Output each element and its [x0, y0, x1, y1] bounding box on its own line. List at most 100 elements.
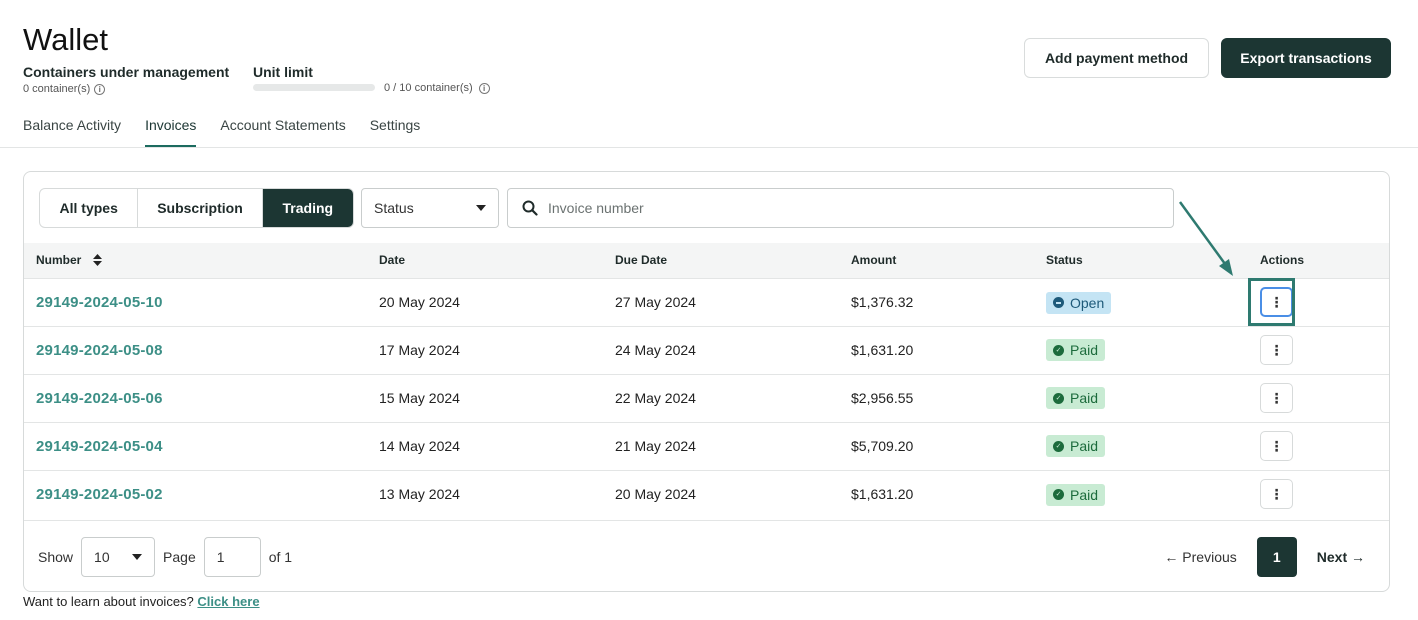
page-number-input[interactable]: 1: [203, 537, 261, 577]
unit-limit-label: Unit limit: [253, 64, 313, 80]
info-icon[interactable]: i: [94, 83, 106, 95]
row-actions-button[interactable]: ⋮: [1260, 383, 1293, 413]
invoice-number-link[interactable]: 29149-2024-05-06: [36, 390, 163, 407]
invoice-date: 17 May 2024: [379, 342, 460, 358]
check-circle-icon: ✓: [1053, 440, 1064, 452]
status-badge: ✓ Paid: [1046, 339, 1106, 362]
column-header-due-date: Due Date: [615, 253, 668, 268]
page-title: Wallet: [23, 22, 108, 57]
invoices-help-link[interactable]: Click here: [197, 594, 259, 609]
invoices-table: Number Date Due Date Amount Status Actio…: [24, 243, 1389, 518]
invoice-amount: $2,956.55: [851, 390, 914, 406]
status-badge: ✓ Paid: [1046, 483, 1106, 506]
row-actions-button[interactable]: ⋮: [1260, 479, 1293, 510]
invoice-search: [507, 188, 1174, 228]
invoices-card: All types Subscription Trading Status Nu…: [23, 171, 1390, 592]
invoice-amount: $1,376.32: [851, 294, 914, 310]
status-badge: Open: [1046, 291, 1112, 314]
invoice-number-link[interactable]: 29149-2024-05-08: [36, 342, 163, 359]
next-page-button[interactable]: Next →: [1317, 549, 1365, 565]
containers-summary: Containers under management 0 container(…: [23, 64, 229, 95]
current-page-button[interactable]: 1: [1256, 537, 1297, 577]
sort-icon[interactable]: [92, 254, 102, 267]
status-badge: ✓ Paid: [1046, 435, 1106, 458]
status-badge-label: Paid: [1070, 390, 1099, 407]
add-payment-method-button[interactable]: Add payment method: [1024, 38, 1209, 78]
filter-subscription[interactable]: Subscription: [138, 189, 263, 227]
invoice-date: 15 May 2024: [379, 390, 460, 406]
status-select[interactable]: Status: [361, 188, 499, 228]
status-badge: ✓ Paid: [1046, 387, 1106, 410]
column-header-actions: Actions: [1260, 253, 1305, 268]
table-row: 29149-2024-05-06 15 May 2024 22 May 2024…: [24, 374, 1389, 422]
check-circle-icon: ✓: [1053, 344, 1064, 356]
tab-balance-activity[interactable]: Balance Activity: [23, 115, 121, 147]
unit-limit-summary: Unit limit: [253, 64, 313, 80]
status-select-value: Status: [374, 200, 414, 216]
invoice-number-link[interactable]: 29149-2024-05-04: [36, 438, 163, 455]
show-label: Show: [38, 549, 74, 565]
page-number-value: 1: [216, 549, 225, 565]
table-header-row: Number Date Due Date Amount Status Actio…: [24, 243, 1389, 278]
status-badge-label: Paid: [1070, 342, 1099, 359]
minus-circle-icon: [1053, 297, 1064, 308]
invoice-date: 14 May 2024: [379, 438, 460, 454]
row-actions-button[interactable]: ⋮: [1260, 431, 1293, 461]
invoice-amount: $5,709.20: [851, 438, 914, 454]
column-header-status: Status: [1046, 253, 1083, 268]
table-row: 29149-2024-05-02 13 May 2024 20 May 2024…: [24, 470, 1389, 518]
annotation-highlight-box: [1248, 278, 1295, 326]
invoices-help-note: Want to learn about invoices? Click here: [23, 594, 260, 609]
info-icon[interactable]: i: [478, 82, 490, 94]
invoice-due-date: 27 May 2024: [615, 294, 696, 310]
page-label: Page: [163, 549, 196, 565]
invoice-amount: $1,631.20: [851, 486, 914, 503]
page-size-value: 10: [94, 549, 110, 565]
invoice-due-date: 22 May 2024: [615, 390, 696, 406]
invoice-due-date: 21 May 2024: [615, 438, 696, 454]
check-circle-icon: ✓: [1053, 392, 1064, 404]
page-total-label: of 1: [268, 549, 293, 565]
status-badge-label: Paid: [1070, 438, 1099, 455]
invoice-due-date: 24 May 2024: [615, 342, 696, 358]
filter-trading[interactable]: Trading: [262, 189, 353, 227]
export-transactions-button[interactable]: Export transactions: [1221, 38, 1391, 78]
column-header-number[interactable]: Number: [24, 243, 379, 278]
tab-divider: [0, 147, 1418, 148]
status-badge-label: Open: [1070, 294, 1105, 311]
invoice-amount: $1,631.20: [851, 342, 914, 358]
wallet-tabs: Balance Activity Invoices Account Statem…: [23, 115, 420, 147]
page-size-select[interactable]: 10: [81, 537, 156, 577]
previous-page-button[interactable]: ← Previous: [1164, 549, 1236, 565]
invoices-help-text: Want to learn about invoices?: [23, 594, 194, 609]
pagination-bar: Show 10 Page 1 of 1 ← Previous 1 Next →: [24, 520, 1389, 591]
column-header-amount: Amount: [851, 253, 897, 268]
invoice-search-input[interactable]: [548, 200, 1108, 216]
wallet-meta: Containers under management 0 container(…: [23, 64, 623, 98]
table-row: 29149-2024-05-10 20 May 2024 27 May 2024…: [24, 278, 1389, 326]
invoice-date: 20 May 2024: [379, 294, 460, 310]
unit-limit-progress-bar: [253, 84, 375, 91]
search-icon: [522, 200, 538, 216]
invoice-due-date: 20 May 2024: [615, 486, 696, 503]
invoice-type-filter: All types Subscription Trading: [39, 188, 354, 228]
chevron-down-icon: [476, 205, 486, 211]
containers-label: Containers under management: [23, 64, 230, 80]
tab-invoices[interactable]: Invoices: [145, 115, 197, 147]
check-circle-icon: ✓: [1053, 489, 1064, 500]
chevron-down-icon: [132, 554, 143, 560]
table-row: 29149-2024-05-04 14 May 2024 21 May 2024…: [24, 422, 1389, 470]
containers-value: 0 container(s): [23, 83, 91, 95]
row-actions-button[interactable]: ⋮: [1260, 335, 1293, 365]
status-badge-label: Paid: [1070, 486, 1099, 503]
tab-account-statements[interactable]: Account Statements: [220, 115, 345, 147]
unit-limit-value: 0 / 10 container(s): [384, 82, 473, 94]
table-row: 29149-2024-05-08 17 May 2024 24 May 2024…: [24, 326, 1389, 374]
column-header-number-label: Number: [36, 253, 82, 268]
column-header-date: Date: [379, 253, 406, 268]
invoice-number-link[interactable]: 29149-2024-05-02: [36, 486, 163, 503]
invoice-date: 13 May 2024: [379, 486, 460, 503]
filter-all-types[interactable]: All types: [40, 189, 139, 227]
tab-settings[interactable]: Settings: [370, 115, 421, 147]
invoice-number-link[interactable]: 29149-2024-05-10: [36, 294, 163, 311]
